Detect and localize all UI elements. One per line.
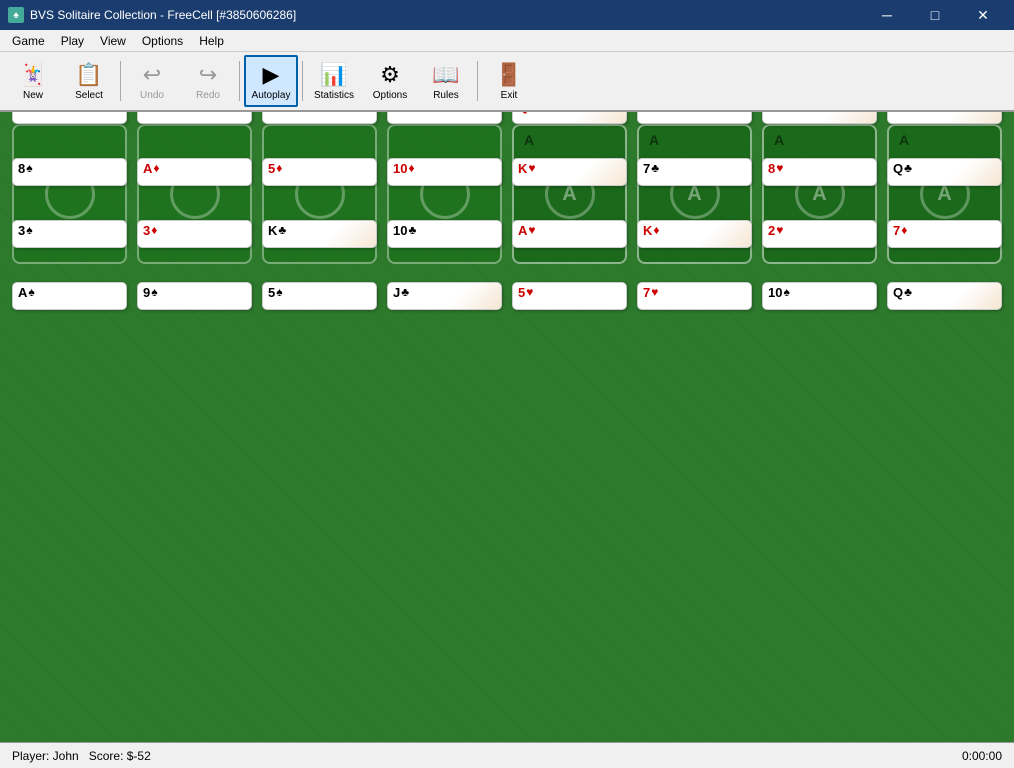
- card-k-clubs-1[interactable]: K♣: [262, 220, 377, 248]
- card-q-hearts[interactable]: Q♥: [512, 112, 627, 124]
- card-10-diamonds[interactable]: 10♦: [387, 158, 502, 186]
- column-2[interactable]: 9♠ 3♦ A♦ 9♦ 2♠ A♥ 6♣ 9♣: [137, 282, 252, 732]
- autoplay-button[interactable]: ▶ Autoplay: [244, 55, 298, 107]
- card-7-hearts-1[interactable]: 7♥: [637, 282, 752, 310]
- menu-view[interactable]: View: [92, 32, 134, 50]
- close-button[interactable]: ✕: [960, 0, 1006, 30]
- redo-icon: ↪: [199, 62, 217, 88]
- options-icon: ⚙: [380, 62, 400, 88]
- select-icon: 📋: [75, 62, 102, 88]
- rules-icon: 📖: [432, 62, 459, 88]
- card-q-clubs-1[interactable]: Q♣: [887, 282, 1002, 310]
- game-area[interactable]: A A A A A A A A A♠ 3♠ 8♠ 4♦ J♣ 6♠: [0, 112, 1014, 742]
- card-5-spades[interactable]: 5♠: [262, 282, 377, 310]
- toolbar-sep-4: [477, 61, 478, 101]
- statistics-icon: 📊: [320, 62, 347, 88]
- column-3[interactable]: 5♠ K♣ 5♦ 8♦ 8♣ 2♣ 4♣ 10♥: [262, 282, 377, 732]
- menu-play[interactable]: Play: [53, 32, 92, 50]
- exit-icon: 🚪: [495, 62, 522, 88]
- card-5-clubs[interactable]: 5♣: [637, 112, 752, 124]
- column-6[interactable]: 7♥ K♦ 7♣ 5♣ 3♥ 7♠ 7♥: [637, 282, 752, 732]
- foundation-2-label: A: [649, 132, 659, 148]
- toolbar-sep-2: [239, 61, 240, 101]
- options-button[interactable]: ⚙ Options: [363, 55, 417, 107]
- column-5[interactable]: 5♥ A♥ K♥ Q♥ 6♦ J♠: [512, 282, 627, 732]
- card-k-hearts[interactable]: K♥: [512, 158, 627, 186]
- undo-button[interactable]: ↩ Undo: [125, 55, 179, 107]
- statistics-button[interactable]: 📊 Statistics: [307, 55, 361, 107]
- maximize-button[interactable]: □: [912, 0, 958, 30]
- undo-icon: ↩: [143, 62, 161, 88]
- timer: 0:00:00: [962, 749, 1002, 763]
- toolbar: 🃏 New 📋 Select ↩ Undo ↪ Redo ▶ Autoplay …: [0, 52, 1014, 112]
- player-label: Player: John: [12, 749, 79, 763]
- card-j-clubs-3[interactable]: J♣: [887, 112, 1002, 124]
- card-4-diamonds[interactable]: 4♦: [12, 112, 127, 124]
- title-bar-controls: ─ □ ✕: [864, 0, 1006, 30]
- column-4[interactable]: J♣ 10♣ 10♦ 9♣ 2♣ 4♠ 4♥: [387, 282, 502, 732]
- card-7-diamonds[interactable]: 7♦: [887, 220, 1002, 248]
- exit-button[interactable]: 🚪 Exit: [482, 55, 536, 107]
- card-a-hearts-2[interactable]: A♥: [512, 220, 627, 248]
- card-5-hearts[interactable]: 5♥: [512, 282, 627, 310]
- card-3-diamonds[interactable]: 3♦: [137, 220, 252, 248]
- autoplay-icon: ▶: [263, 62, 280, 88]
- select-button[interactable]: 📋 Select: [62, 55, 116, 107]
- foundation-3-label: A: [774, 132, 784, 148]
- card-j-clubs-2[interactable]: J♣: [387, 282, 502, 310]
- column-7[interactable]: 10♠ 2♥ 8♥ K♣ 3♣ 9♥: [762, 282, 877, 732]
- player-info: Player: John Score: $-52: [12, 749, 151, 763]
- title-bar: ♠ BVS Solitaire Collection - FreeCell [#…: [0, 0, 1014, 30]
- menu-help[interactable]: Help: [191, 32, 232, 50]
- card-k-clubs-2[interactable]: K♣: [762, 112, 877, 124]
- redo-button[interactable]: ↪ Redo: [181, 55, 235, 107]
- card-8-hearts[interactable]: 8♥: [762, 158, 877, 186]
- foundation-4-label: A: [899, 132, 909, 148]
- new-button[interactable]: 🃏 New: [6, 55, 60, 107]
- card-10-clubs[interactable]: 10♣: [387, 220, 502, 248]
- menu-bar: Game Play View Options Help: [0, 30, 1014, 52]
- card-a-diamonds[interactable]: A♦: [137, 158, 252, 186]
- card-9-spades[interactable]: 9♠: [137, 282, 252, 310]
- toolbar-sep-3: [302, 61, 303, 101]
- card-3-spades[interactable]: 3♠: [12, 220, 127, 248]
- card-8-spades[interactable]: 8♠: [12, 158, 127, 186]
- title-bar-left: ♠ BVS Solitaire Collection - FreeCell [#…: [8, 7, 296, 23]
- card-9-clubs-2[interactable]: 9♣: [387, 112, 502, 124]
- card-8-diamonds[interactable]: 8♦: [262, 112, 377, 124]
- card-a-spades[interactable]: A♠: [12, 282, 127, 310]
- column-1[interactable]: A♠ 3♠ 8♠ 4♦ J♣ 6♠ 4♥: [12, 282, 127, 732]
- card-2-hearts[interactable]: 2♥: [762, 220, 877, 248]
- status-bar: Player: John Score: $-52 0:00:00: [0, 742, 1014, 768]
- card-9-diamonds[interactable]: 9♦: [137, 112, 252, 124]
- new-icon: 🃏: [19, 62, 46, 88]
- card-5-diamonds[interactable]: 5♦: [262, 158, 377, 186]
- rules-button[interactable]: 📖 Rules: [419, 55, 473, 107]
- window-title: BVS Solitaire Collection - FreeCell [#38…: [30, 8, 296, 22]
- minimize-button[interactable]: ─: [864, 0, 910, 30]
- menu-game[interactable]: Game: [4, 32, 53, 50]
- card-k-diamonds[interactable]: K♦: [637, 220, 752, 248]
- card-10-spades[interactable]: 10♠: [762, 282, 877, 310]
- menu-options[interactable]: Options: [134, 32, 191, 50]
- card-7-clubs[interactable]: 7♣: [637, 158, 752, 186]
- card-q-clubs-2[interactable]: Q♣: [887, 158, 1002, 186]
- foundation-1-label: A: [524, 132, 534, 148]
- columns-area: A♠ 3♠ 8♠ 4♦ J♣ 6♠ 4♥ 9♠ 3♦ A♦ 9♦ 2♠ A♥ 6…: [12, 282, 1002, 732]
- column-8[interactable]: Q♣ 7♦ Q♣ J♣ 6♥ Q♥: [887, 282, 1002, 732]
- app-icon: ♠: [8, 7, 24, 23]
- score-label: Score: $-52: [89, 749, 151, 763]
- toolbar-sep-1: [120, 61, 121, 101]
